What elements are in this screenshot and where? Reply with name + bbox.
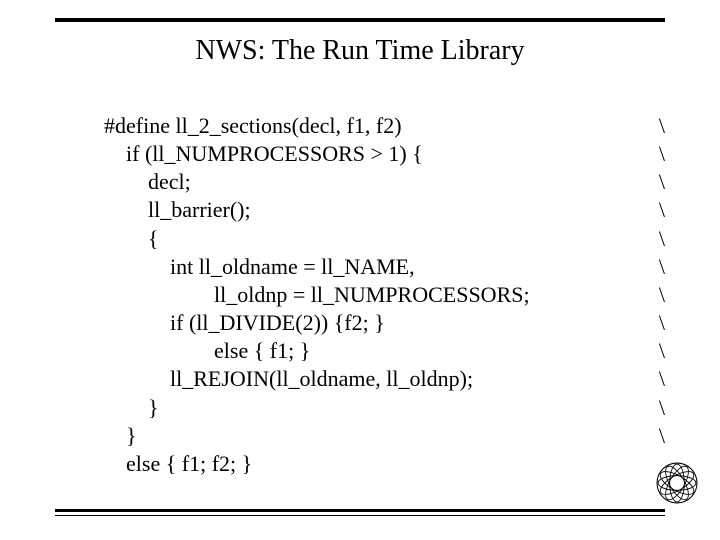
code-text: } <box>104 394 645 422</box>
code-line: {\ <box>104 225 665 253</box>
code-text: { <box>104 225 645 253</box>
code-text: ll_barrier(); <box>104 196 645 224</box>
code-line: }\ <box>104 422 665 450</box>
continuation-backslash: \ <box>645 281 665 309</box>
code-text: if (ll_DIVIDE(2)) {f2; } <box>104 309 645 337</box>
logo-icon <box>656 462 698 504</box>
continuation-backslash: \ <box>645 365 665 393</box>
continuation-backslash: \ <box>645 225 665 253</box>
code-text: decl; <box>104 168 645 196</box>
continuation-backslash: \ <box>645 168 665 196</box>
top-rule <box>55 18 665 22</box>
continuation-backslash: \ <box>645 394 665 422</box>
code-line: ll_barrier();\ <box>104 196 665 224</box>
code-line: ll_oldnp = ll_NUMPROCESSORS;\ <box>104 281 665 309</box>
code-line: if (ll_NUMPROCESSORS > 1) {\ <box>104 140 665 168</box>
continuation-backslash: \ <box>645 337 665 365</box>
code-line: decl;\ <box>104 168 665 196</box>
code-line: int ll_oldname = ll_NAME,\ <box>104 253 665 281</box>
code-text: ll_oldnp = ll_NUMPROCESSORS; <box>104 281 645 309</box>
code-text: else { f1; f2; } <box>104 450 645 478</box>
code-text: } <box>104 422 645 450</box>
code-text: int ll_oldname = ll_NAME, <box>104 253 645 281</box>
continuation-backslash: \ <box>645 196 665 224</box>
continuation-backslash: \ <box>645 309 665 337</box>
code-line: else { f1; f2; } <box>104 450 665 478</box>
code-text: if (ll_NUMPROCESSORS > 1) { <box>104 140 645 168</box>
continuation-backslash: \ <box>645 253 665 281</box>
bottom-rule <box>55 509 665 516</box>
code-text: ll_REJOIN(ll_oldname, ll_oldnp); <box>104 365 645 393</box>
code-line: if (ll_DIVIDE(2)) {f2; }\ <box>104 309 665 337</box>
code-line: ll_REJOIN(ll_oldname, ll_oldnp);\ <box>104 365 665 393</box>
continuation-backslash: \ <box>645 112 665 140</box>
continuation-backslash: \ <box>645 140 665 168</box>
code-line: else { f1; }\ <box>104 337 665 365</box>
code-text: else { f1; } <box>104 337 645 365</box>
continuation-backslash: \ <box>645 422 665 450</box>
code-line: }\ <box>104 394 665 422</box>
code-line: #define ll_2_sections(decl, f1, f2)\ <box>104 112 665 140</box>
page-title: NWS: The Run Time Library <box>0 35 720 67</box>
code-block: #define ll_2_sections(decl, f1, f2)\if (… <box>104 112 665 478</box>
code-text: #define ll_2_sections(decl, f1, f2) <box>104 112 645 140</box>
